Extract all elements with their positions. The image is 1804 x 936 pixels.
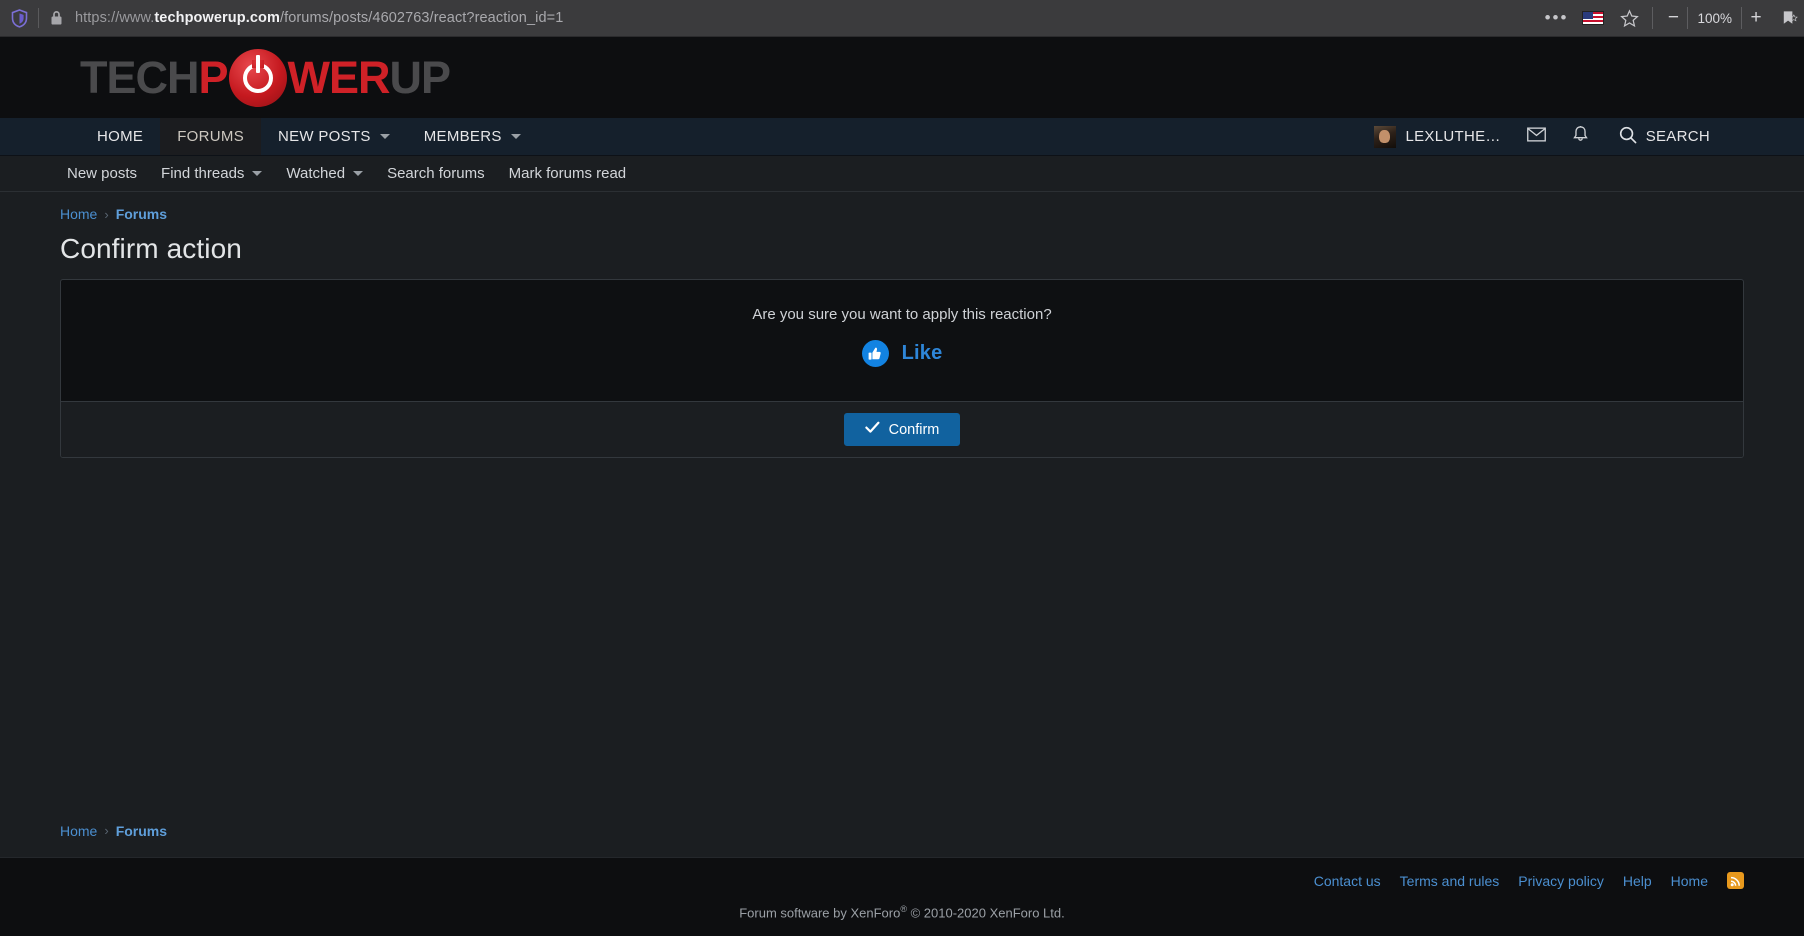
nav-item-label: HOME [97, 128, 144, 145]
site-wrapper: TECH P WER UP HOME FORUMS NEW POSTS MEMBERS [0, 37, 1804, 936]
subnav-item-search-forums[interactable]: Search forums [375, 165, 497, 182]
zoom-level-label[interactable]: 100% [1688, 11, 1741, 26]
logo-text-up: UP [389, 51, 452, 103]
breadcrumb-forums[interactable]: Forums [116, 823, 167, 839]
subnav-item-new-posts[interactable]: New posts [55, 165, 149, 182]
url-scheme: https://www. [75, 10, 155, 26]
zoom-out-button[interactable]: − [1659, 4, 1687, 32]
breadcrumb: Home › Forums [60, 192, 1744, 222]
footer-link-home[interactable]: Home [1671, 873, 1708, 889]
search-icon [1619, 126, 1637, 148]
footer-copyright: Forum software by XenForo® © 2010-2020 X… [60, 904, 1744, 936]
page-content: Home › Forums Confirm action Are you sur… [0, 192, 1804, 857]
breadcrumb-forums[interactable]: Forums [116, 206, 167, 222]
sub-navigation: New posts Find threads Watched Search fo… [0, 156, 1804, 192]
thumbs-up-icon [861, 340, 889, 367]
site-logo[interactable]: TECH P WER UP [80, 48, 452, 107]
breadcrumb-separator: › [104, 823, 109, 839]
search-label: SEARCH [1645, 128, 1710, 145]
confirm-panel-body: Are you sure you want to apply this reac… [61, 280, 1743, 401]
check-icon [864, 421, 880, 438]
bell-icon [1572, 125, 1589, 149]
confirm-panel: Are you sure you want to apply this reac… [60, 279, 1744, 458]
footer-links: Contact us Terms and rules Privacy polic… [60, 858, 1744, 904]
main-nav-user-area: LEXLUTHE… SEARCH [1360, 118, 1724, 155]
search-button[interactable]: SEARCH [1603, 126, 1724, 148]
subnav-item-label: Mark forums read [508, 165, 627, 182]
logo-text-tech: TECH [80, 51, 199, 103]
main-navigation: HOME FORUMS NEW POSTS MEMBERS LEXLUTHE… [0, 118, 1804, 156]
footer-link-contact-us[interactable]: Contact us [1314, 873, 1381, 889]
confirm-button-label: Confirm [888, 421, 940, 438]
shield-icon[interactable] [8, 7, 30, 29]
toolbar-divider [38, 8, 39, 28]
url-host: techpowerup.com [154, 10, 280, 26]
reaction-display: Like [861, 340, 943, 367]
breadcrumb-bottom: Home › Forums [60, 809, 167, 839]
address-bar[interactable]: https://www.techpowerup.com/forums/posts… [8, 7, 1533, 29]
browser-toolbar: https://www.techpowerup.com/forums/posts… [0, 0, 1804, 37]
subnav-item-label: Find threads [161, 165, 245, 182]
footer-copyright-pre: Forum software by XenForo [739, 905, 901, 920]
zoom-in-button[interactable]: + [1742, 4, 1770, 32]
subnav-item-find-threads[interactable]: Find threads [149, 165, 274, 182]
page-actions-menu-icon[interactable]: ••• [1545, 9, 1569, 26]
confirm-question: Are you sure you want to apply this reac… [752, 306, 1052, 323]
chevron-down-icon [510, 134, 521, 139]
confirm-button[interactable]: Confirm [843, 413, 961, 446]
logo-text-p: P [198, 51, 229, 103]
user-menu[interactable]: LEXLUTHE… [1360, 125, 1514, 148]
nav-item-forums[interactable]: FORUMS [160, 118, 261, 155]
chevron-down-icon [252, 171, 263, 176]
lock-icon [47, 8, 65, 28]
breadcrumb-home[interactable]: Home [60, 823, 97, 839]
nav-item-members[interactable]: MEMBERS [407, 118, 538, 155]
logo-band: TECH P WER UP [0, 37, 1804, 118]
page-actions-group: ••• [1533, 4, 1653, 33]
browser-controls: ••• − 100% + [1533, 0, 1800, 36]
nav-item-new-posts[interactable]: NEW POSTS [261, 118, 407, 155]
chevron-down-icon [379, 134, 390, 139]
footer-copyright-registered: ® [900, 903, 907, 914]
nav-item-label: FORUMS [177, 128, 244, 145]
page-title: Confirm action [60, 233, 242, 264]
footer-link-terms-and-rules[interactable]: Terms and rules [1400, 873, 1500, 889]
breadcrumb-separator: › [104, 206, 109, 222]
nav-item-home[interactable]: HOME [80, 118, 160, 155]
main-nav-items: HOME FORUMS NEW POSTS MEMBERS [80, 118, 538, 155]
reaction-label: Like [901, 342, 943, 364]
nav-item-label: MEMBERS [423, 128, 502, 145]
nav-item-label: NEW POSTS [278, 128, 371, 145]
reading-list-icon[interactable] [1778, 7, 1800, 29]
footer-link-help[interactable]: Help [1623, 873, 1652, 889]
us-flag-icon[interactable] [1582, 11, 1605, 25]
star-icon[interactable] [1618, 7, 1640, 29]
avatar [1374, 125, 1397, 148]
subnav-item-mark-forums-read[interactable]: Mark forums read [497, 165, 639, 182]
site-footer: Contact us Terms and rules Privacy polic… [0, 856, 1804, 936]
footer-link-privacy-policy[interactable]: Privacy policy [1518, 873, 1604, 889]
rss-icon[interactable] [1727, 872, 1744, 890]
username-label: LEXLUTHE… [1405, 128, 1501, 145]
subnav-item-label: New posts [67, 165, 138, 182]
url-text[interactable]: https://www.techpowerup.com/forums/posts… [73, 10, 563, 26]
power-icon [228, 48, 287, 107]
breadcrumb-home[interactable]: Home [60, 206, 97, 222]
envelope-icon [1527, 126, 1547, 147]
confirm-panel-footer: Confirm [61, 401, 1743, 457]
subnav-item-label: Watched [286, 165, 346, 182]
subnav-item-label: Search forums [387, 165, 485, 182]
footer-copyright-post: © 2010-2020 XenForo Ltd. [907, 905, 1065, 920]
chevron-down-icon [353, 171, 364, 176]
inbox-button[interactable] [1515, 118, 1559, 156]
alerts-button[interactable] [1559, 118, 1603, 156]
logo-text-wer: WER [287, 51, 391, 103]
subnav-item-watched[interactable]: Watched [274, 165, 375, 182]
zoom-controls: − 100% + [1653, 4, 1800, 32]
url-path: /forums/posts/4602763/react?reaction_id=… [279, 10, 564, 26]
